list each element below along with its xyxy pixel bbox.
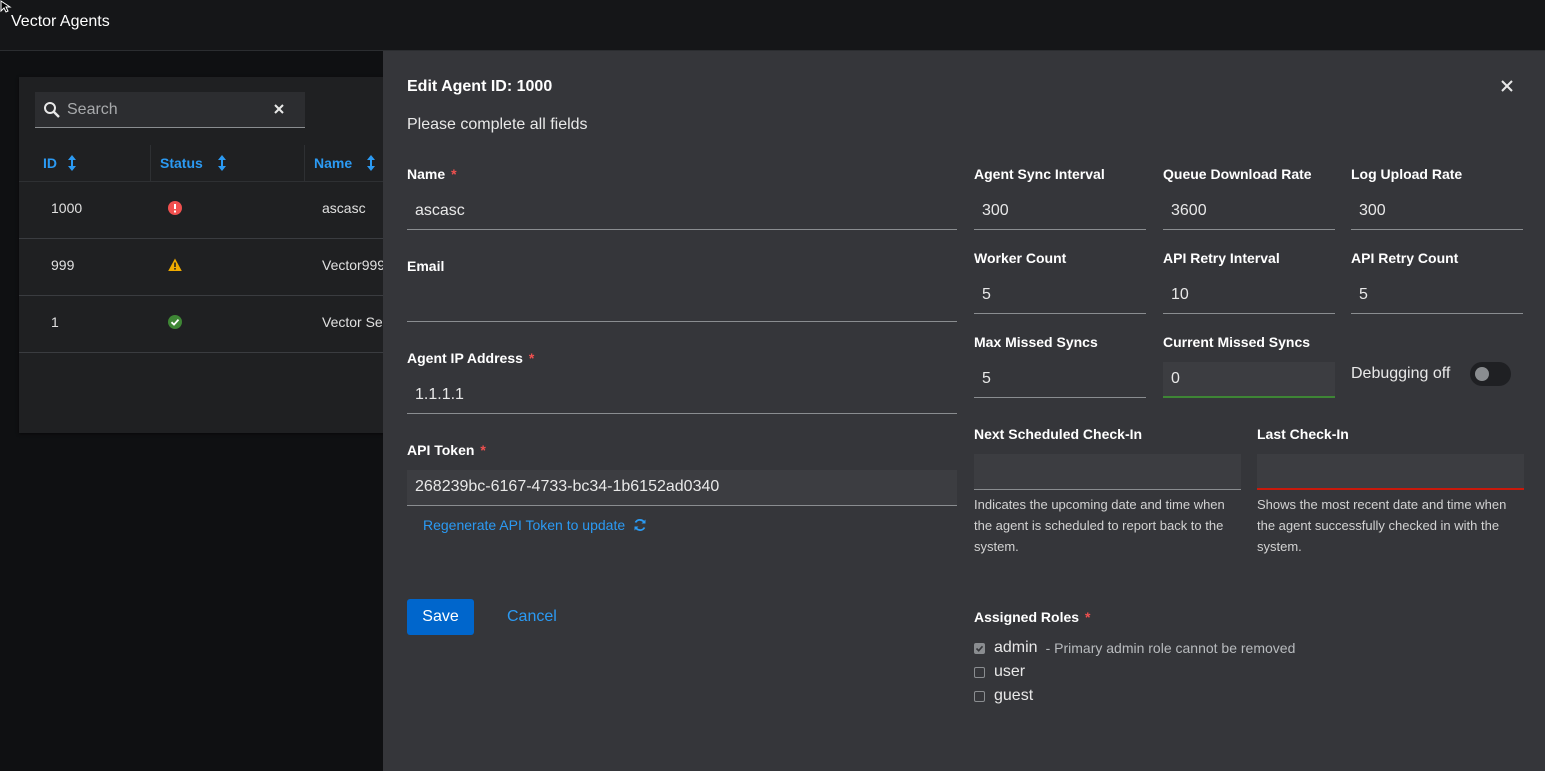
row-divider bbox=[19, 352, 389, 353]
regenerate-token-label: Regenerate API Token to update bbox=[423, 517, 626, 533]
last-checkin-label: Last Check-In bbox=[1257, 426, 1349, 442]
required-marker: * bbox=[480, 442, 486, 458]
error-icon bbox=[168, 201, 182, 215]
token-label: API Token * bbox=[407, 442, 486, 458]
row-divider bbox=[19, 295, 389, 296]
sort-icon bbox=[217, 155, 226, 171]
token-label-text: API Token bbox=[407, 442, 475, 458]
column-header-status[interactable]: Status bbox=[160, 145, 227, 181]
search-placeholder: Search bbox=[67, 101, 118, 118]
retry-interval-input[interactable]: 10 bbox=[1163, 278, 1335, 314]
column-divider bbox=[304, 145, 305, 181]
refresh-icon bbox=[634, 519, 646, 531]
required-marker: * bbox=[451, 166, 457, 182]
role-admin-checkbox bbox=[974, 642, 985, 654]
log-rate-label: Log Upload Rate bbox=[1351, 166, 1463, 182]
top-bar: Vector Agents bbox=[0, 0, 1545, 51]
ip-label-text: Agent IP Address bbox=[407, 350, 523, 366]
next-checkin-label: Next Scheduled Check-In bbox=[974, 426, 1143, 442]
column-header-label: Name bbox=[314, 155, 353, 171]
required-marker: * bbox=[1085, 609, 1091, 625]
role-label: guest bbox=[994, 687, 1034, 704]
cell-name: ascasc bbox=[322, 200, 366, 216]
cell-name: Vector Se bbox=[322, 314, 383, 330]
check-icon bbox=[975, 645, 984, 652]
email-input[interactable] bbox=[407, 286, 957, 322]
last-checkin-input[interactable] bbox=[1257, 454, 1524, 490]
max-missed-input[interactable]: 5 bbox=[974, 362, 1146, 398]
name-label-text: Name bbox=[407, 166, 446, 182]
queue-rate-input[interactable]: 3600 bbox=[1163, 194, 1335, 230]
modal-title: Edit Agent ID: 1000 bbox=[407, 78, 553, 95]
success-icon bbox=[168, 315, 182, 329]
role-user-checkbox[interactable] bbox=[974, 666, 985, 678]
next-checkin-help: Indicates the upcoming date and time whe… bbox=[974, 497, 1225, 554]
ip-label: Agent IP Address * bbox=[407, 350, 534, 366]
toggle-knob bbox=[1475, 367, 1489, 381]
save-button[interactable]: Save bbox=[407, 599, 474, 635]
retry-count-label: API Retry Count bbox=[1351, 250, 1459, 266]
edit-agent-modal: Edit Agent ID: 1000 Please complete all … bbox=[383, 51, 1545, 771]
role-label: admin bbox=[994, 639, 1038, 656]
role-label: user bbox=[994, 663, 1026, 680]
header-divider bbox=[19, 181, 389, 182]
close-icon[interactable] bbox=[1500, 79, 1514, 93]
cancel-button[interactable]: Cancel bbox=[495, 599, 569, 635]
sync-interval-label: Agent Sync Interval bbox=[974, 166, 1105, 182]
app-title: Vector Agents bbox=[11, 13, 110, 30]
debugging-label: Debugging off bbox=[1351, 365, 1451, 382]
debugging-toggle[interactable] bbox=[1470, 362, 1511, 386]
clear-icon[interactable] bbox=[271, 101, 287, 117]
column-divider bbox=[150, 145, 151, 181]
max-missed-label: Max Missed Syncs bbox=[974, 334, 1098, 350]
sync-interval-input[interactable]: 300 bbox=[974, 194, 1146, 230]
current-missed-label: Current Missed Syncs bbox=[1163, 334, 1311, 350]
role-note: - Primary admin role cannot be removed bbox=[1045, 640, 1296, 656]
role-user[interactable]: user bbox=[974, 663, 1025, 681]
search-input[interactable]: Search bbox=[35, 92, 305, 128]
email-label: Email bbox=[407, 258, 445, 274]
regenerate-token-link[interactable]: Regenerate API Token to update bbox=[423, 517, 647, 533]
row-divider bbox=[19, 238, 389, 239]
queue-rate-label: Queue Download Rate bbox=[1163, 166, 1312, 182]
roles-label: Assigned Roles * bbox=[974, 609, 1090, 625]
modal-subtitle: Please complete all fields bbox=[407, 116, 588, 133]
cell-name: Vector999 bbox=[322, 257, 386, 273]
name-label: Name * bbox=[407, 166, 457, 182]
column-header-id[interactable]: ID bbox=[43, 145, 77, 181]
next-checkin-input[interactable] bbox=[974, 454, 1241, 490]
cell-id: 1000 bbox=[51, 200, 83, 216]
roles-label-text: Assigned Roles bbox=[974, 609, 1080, 625]
retry-interval-label: API Retry Interval bbox=[1163, 250, 1280, 266]
column-header-name[interactable]: Name bbox=[314, 145, 376, 181]
retry-count-input[interactable]: 5 bbox=[1351, 278, 1523, 314]
column-header-label: Status bbox=[160, 155, 203, 171]
cell-id: 1 bbox=[51, 314, 59, 330]
worker-count-input[interactable]: 5 bbox=[974, 278, 1146, 314]
role-guest-checkbox[interactable] bbox=[974, 690, 985, 702]
current-missed-input[interactable]: 0 bbox=[1163, 362, 1335, 398]
role-guest[interactable]: guest bbox=[974, 687, 1033, 705]
name-input[interactable]: ascasc bbox=[407, 194, 957, 230]
ip-input[interactable]: 1.1.1.1 bbox=[407, 378, 957, 414]
worker-count-label: Worker Count bbox=[974, 250, 1067, 266]
sort-icon bbox=[68, 155, 76, 171]
sort-icon bbox=[367, 155, 376, 171]
cursor-icon bbox=[0, 0, 12, 13]
role-admin: admin - Primary admin role cannot be rem… bbox=[974, 639, 1295, 657]
token-input[interactable]: 268239bc-6167-4733-bc34-1b6152ad0340 bbox=[407, 470, 957, 506]
search-icon bbox=[44, 102, 60, 118]
agents-table-card: Search ID Status Name 1000 ascasc 999 Ve… bbox=[19, 77, 389, 433]
required-marker: * bbox=[528, 350, 535, 366]
cell-id: 999 bbox=[51, 257, 75, 273]
column-header-label: ID bbox=[43, 155, 57, 171]
last-checkin-help: Shows the most recent date and time when… bbox=[1257, 497, 1507, 554]
warning-icon bbox=[168, 258, 182, 271]
log-rate-input[interactable]: 300 bbox=[1351, 194, 1523, 230]
